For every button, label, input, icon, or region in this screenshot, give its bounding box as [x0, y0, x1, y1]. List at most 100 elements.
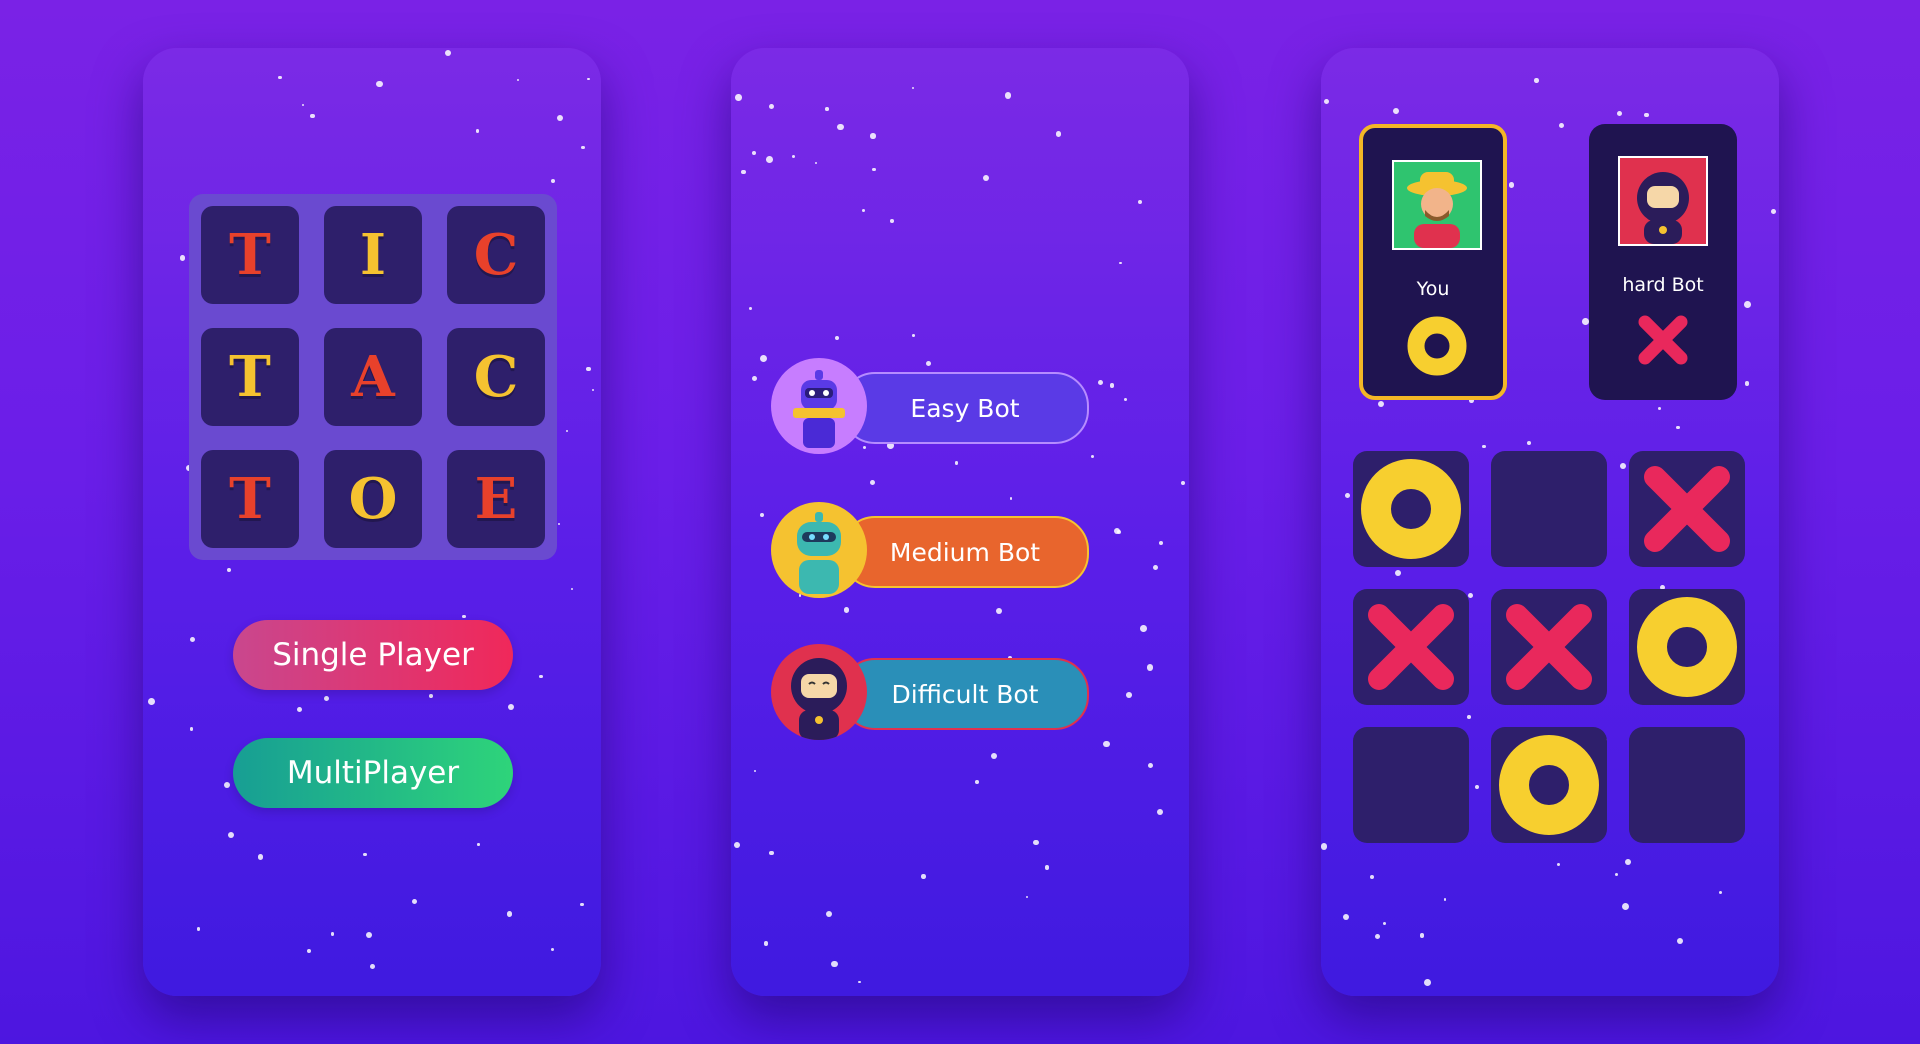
star: [872, 167, 877, 172]
star: [1534, 78, 1539, 83]
board-cell[interactable]: [1491, 451, 1607, 567]
star: [1116, 529, 1122, 535]
star: [760, 354, 768, 362]
star: [1055, 131, 1062, 137]
star: [376, 80, 383, 88]
x-mark-icon: [1637, 314, 1689, 370]
menu-screen: T I C T A C T O E Single Player MultiPla…: [143, 48, 601, 996]
star: [556, 114, 564, 121]
star: [769, 104, 774, 110]
star: [587, 77, 590, 81]
board-cell[interactable]: [1353, 589, 1469, 705]
single-player-button[interactable]: Single Player: [233, 620, 513, 690]
star: [227, 832, 235, 839]
star: [189, 637, 195, 643]
star: [911, 86, 914, 89]
star: [307, 948, 312, 954]
star: [558, 522, 561, 525]
star: [506, 911, 513, 917]
title-tile: I: [324, 206, 422, 304]
star: [1156, 808, 1163, 815]
star: [330, 932, 335, 936]
star: [1004, 92, 1012, 99]
star: [1033, 839, 1039, 846]
title-tile: T: [201, 450, 299, 548]
star: [223, 781, 231, 788]
difficult-bot-option[interactable]: Difficult Bot: [771, 644, 1101, 744]
title-board: T I C T A C T O E: [189, 194, 557, 560]
star: [1140, 625, 1148, 632]
star: [365, 931, 373, 938]
star: [1719, 890, 1723, 894]
star: [226, 567, 231, 572]
board-cell[interactable]: [1629, 451, 1745, 567]
star: [1146, 664, 1154, 671]
star: [1152, 564, 1159, 571]
star: [843, 607, 850, 613]
star: [566, 429, 569, 433]
board-cell[interactable]: [1629, 727, 1745, 843]
star: [1443, 898, 1446, 901]
star: [1159, 540, 1164, 546]
o-mark-icon: [1353, 451, 1469, 567]
star: [1745, 381, 1750, 386]
star: [1044, 865, 1050, 870]
easy-bot-option[interactable]: Easy Bot: [771, 358, 1101, 458]
star: [990, 752, 997, 759]
easy-bot-button[interactable]: Easy Bot: [841, 372, 1089, 444]
robot-teal-avatar: [771, 502, 867, 598]
player-card-bot: hard Bot: [1589, 124, 1737, 400]
bot-select-screen: Easy Bot Medium Bot Difficult Bot: [731, 48, 1189, 996]
star: [1126, 692, 1132, 698]
x-mark-icon: [1491, 589, 1607, 705]
game-screen: You hard Bot: [1321, 48, 1779, 996]
star: [763, 941, 768, 946]
star: [310, 114, 315, 119]
star: [769, 850, 774, 856]
player-card-you: You: [1359, 124, 1507, 400]
bot-avatar: [1618, 156, 1708, 246]
star: [983, 174, 990, 181]
difficult-bot-button[interactable]: Difficult Bot: [841, 658, 1089, 730]
medium-bot-option[interactable]: Medium Bot: [771, 502, 1101, 602]
player-name: You: [1416, 278, 1450, 300]
star: [570, 587, 574, 591]
star: [1109, 383, 1115, 388]
star: [550, 178, 555, 183]
star: [1615, 872, 1619, 876]
board-cell[interactable]: [1491, 589, 1607, 705]
board-cell[interactable]: [1629, 589, 1745, 705]
star: [580, 902, 584, 907]
multiplayer-button[interactable]: MultiPlayer: [233, 738, 513, 808]
star: [870, 133, 876, 139]
star: [1676, 425, 1680, 429]
star: [870, 479, 876, 485]
x-mark-icon: [1629, 451, 1745, 567]
star: [921, 874, 926, 879]
title-tile: E: [447, 450, 545, 548]
star: [1508, 182, 1515, 188]
board-cell[interactable]: [1353, 451, 1469, 567]
star: [861, 208, 866, 213]
star: [278, 75, 282, 80]
star: [1620, 463, 1627, 469]
star: [179, 255, 186, 261]
robot-purple-avatar: [771, 358, 867, 454]
star: [1482, 444, 1486, 449]
star: [1323, 98, 1329, 104]
board-cell[interactable]: [1491, 727, 1607, 843]
star: [766, 155, 774, 163]
star: [1321, 843, 1328, 850]
medium-bot-button[interactable]: Medium Bot: [841, 516, 1089, 588]
o-mark-icon: [1629, 589, 1745, 705]
star: [1625, 858, 1632, 865]
star: [1621, 902, 1629, 910]
board-cell[interactable]: [1353, 727, 1469, 843]
star: [323, 695, 330, 702]
title-tile: A: [324, 328, 422, 426]
star: [1138, 200, 1143, 205]
star: [1147, 762, 1154, 769]
star: [1102, 740, 1110, 748]
star: [539, 674, 543, 679]
title-tile: C: [447, 206, 545, 304]
